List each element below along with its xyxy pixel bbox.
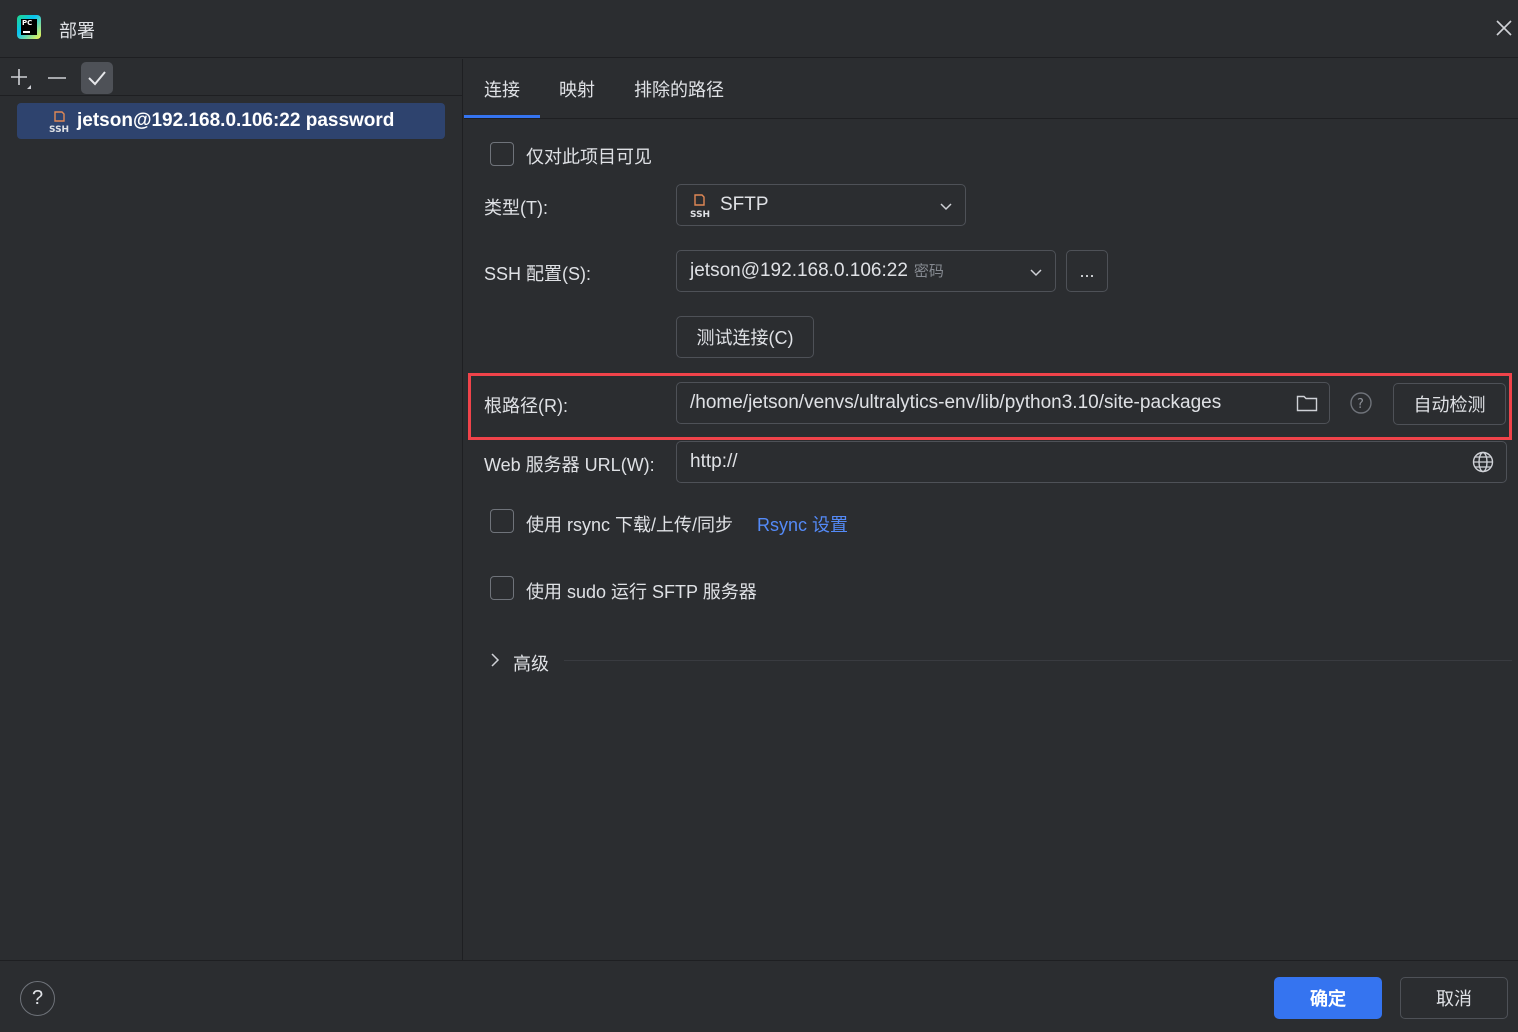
ssh-config-more-button[interactable]: ...: [1066, 250, 1108, 292]
ssh-config-value: jetson@192.168.0.106:22: [690, 260, 908, 281]
type-label: 类型(T):: [484, 198, 548, 218]
advanced-divider: [564, 660, 1512, 661]
rsync-label: 使用 rsync 下载/上传/同步: [526, 515, 734, 535]
remove-icon[interactable]: [41, 62, 73, 94]
visible-only-checkbox[interactable]: [490, 142, 514, 166]
server-name: jetson@192.168.0.106:22 password: [77, 110, 395, 131]
type-value: SFTP: [720, 194, 769, 215]
chevron-down-icon: [940, 203, 952, 211]
root-path-value: /home/jetson/venvs/ultralytics-env/lib/p…: [690, 392, 1222, 413]
web-url-input[interactable]: http://: [676, 441, 1507, 483]
ssh-icon: SSH: [49, 111, 69, 133]
autodetect-button[interactable]: 自动检测: [1393, 383, 1506, 425]
ok-button[interactable]: 确定: [1274, 977, 1382, 1019]
ssh-config-value-wrap: jetson@192.168.0.106:22 密码: [690, 260, 944, 282]
server-list-pane: SSH jetson@192.168.0.106:22 password: [0, 59, 463, 960]
tab-excluded-paths[interactable]: 排除的路径: [634, 76, 724, 119]
type-select[interactable]: SSH SFTP: [676, 184, 966, 226]
settings-pane: 连接 映射 排除的路径: [464, 59, 1518, 960]
rsync-checkbox[interactable]: [490, 509, 514, 533]
ssh-config-select[interactable]: jetson@192.168.0.106:22 密码: [676, 250, 1056, 292]
svg-text:?: ?: [1357, 397, 1364, 412]
ssh-config-label: SSH 配置(S):: [484, 264, 592, 284]
close-icon[interactable]: [1492, 16, 1516, 40]
window-title: 部署: [59, 21, 95, 41]
chevron-down-icon: [1030, 269, 1042, 277]
globe-icon[interactable]: [1472, 451, 1494, 473]
sudo-label: 使用 sudo 运行 SFTP 服务器: [526, 582, 757, 602]
ssh-auth-hint: 密码: [913, 263, 944, 280]
ssh-icon: SSH: [690, 194, 710, 219]
svg-text:SSH: SSH: [690, 210, 710, 219]
help-icon[interactable]: ?: [1349, 391, 1373, 415]
folder-icon[interactable]: [1296, 393, 1318, 413]
visible-only-label: 仅对此项目可见: [526, 147, 652, 167]
chevron-right-icon[interactable]: [487, 651, 503, 669]
tab-connection[interactable]: 连接: [484, 76, 520, 119]
tab-bar: 连接 映射 排除的路径: [464, 59, 1518, 119]
title-bar: PC 部署: [0, 0, 1518, 58]
root-path-input[interactable]: /home/jetson/venvs/ultralytics-env/lib/p…: [676, 382, 1330, 424]
advanced-section-toggle[interactable]: 高级: [513, 650, 549, 676]
add-icon[interactable]: [4, 62, 36, 94]
test-connection-button[interactable]: 测试连接(C): [676, 316, 814, 358]
tab-mappings[interactable]: 映射: [559, 76, 595, 119]
help-button[interactable]: ?: [20, 981, 55, 1016]
web-url-label: Web 服务器 URL(W):: [484, 455, 655, 475]
server-toolbar: [0, 59, 463, 96]
rsync-settings-link[interactable]: Rsync 设置: [757, 511, 848, 537]
sudo-checkbox[interactable]: [490, 576, 514, 600]
active-tab-indicator: [464, 115, 540, 118]
web-url-value: http://: [690, 451, 738, 472]
check-icon[interactable]: [81, 62, 113, 94]
root-path-label: 根路径(R):: [484, 396, 568, 416]
server-list-item[interactable]: SSH jetson@192.168.0.106:22 password: [17, 103, 445, 139]
cancel-button[interactable]: 取消: [1400, 977, 1508, 1019]
svg-text:SSH: SSH: [49, 125, 69, 133]
pycharm-icon: PC: [17, 15, 41, 39]
